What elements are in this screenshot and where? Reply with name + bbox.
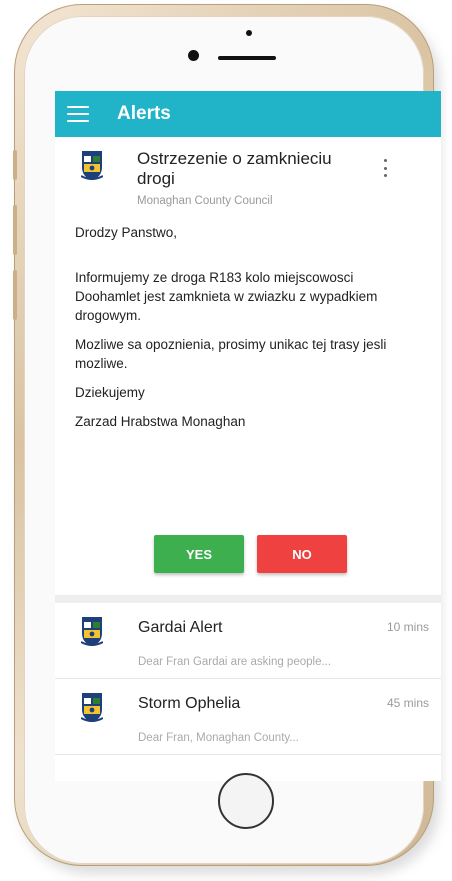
alert-signature: Zarzad Hrabstwa Monaghan: [75, 414, 246, 429]
council-crest-icon: [81, 151, 103, 180]
alert-thanks: Dziekujemy: [75, 385, 145, 400]
front-camera: [188, 50, 199, 61]
alert-title: Ostrzezenie o zamknieciu drogi: [137, 149, 332, 188]
home-button[interactable]: [218, 773, 274, 829]
alert-greeting: Drodzy Panstwo,: [75, 225, 178, 240]
section-divider: [55, 595, 441, 603]
more-vert-icon[interactable]: [380, 159, 390, 177]
app-bar: Alerts: [55, 91, 441, 137]
earpiece-speaker: [218, 56, 276, 60]
list-item-time: 45 mins: [386, 696, 429, 710]
yes-button[interactable]: YES: [154, 535, 244, 573]
list-item-preview: Dear Fran, Monaghan County...: [138, 732, 299, 744]
app-screen: Alerts Ostrzezenie o zamknieciu drogi Mo…: [55, 91, 441, 781]
expanded-alert-card: Ostrzezenie o zamknieciu drogi Monaghan …: [55, 137, 441, 595]
list-item-time: 10 mins: [386, 620, 429, 634]
list-item-title: Gardai Alert: [138, 619, 223, 636]
volume-down-button: [13, 270, 17, 320]
alert-body: Drodzy Panstwo, Informujemy ze droga R18…: [75, 223, 421, 441]
council-crest-icon: [81, 617, 103, 646]
hamburger-menu-icon[interactable]: [67, 106, 89, 122]
page-title: Alerts: [117, 103, 171, 124]
list-item-storm-ophelia[interactable]: Storm Ophelia 45 mins Dear Fran, Monagha…: [55, 679, 441, 755]
proximity-sensor: [246, 30, 252, 36]
alert-paragraph: Mozliwe sa opoznienia, prosimy unikac te…: [75, 337, 387, 371]
list-item-title: Storm Ophelia: [138, 695, 241, 712]
alert-paragraph: Informujemy ze droga R183 kolo miejscowo…: [75, 270, 378, 323]
list-item-preview: Dear Fran Gardai are asking people...: [138, 656, 332, 668]
list-item-gardai-alert[interactable]: Gardai Alert 10 mins Dear Fran Gardai ar…: [55, 603, 441, 679]
volume-up-button: [13, 205, 17, 255]
council-crest-icon: [81, 693, 103, 722]
alert-sender: Monaghan County Council: [137, 195, 273, 207]
mute-switch: [13, 150, 17, 180]
no-button[interactable]: NO: [257, 535, 347, 573]
